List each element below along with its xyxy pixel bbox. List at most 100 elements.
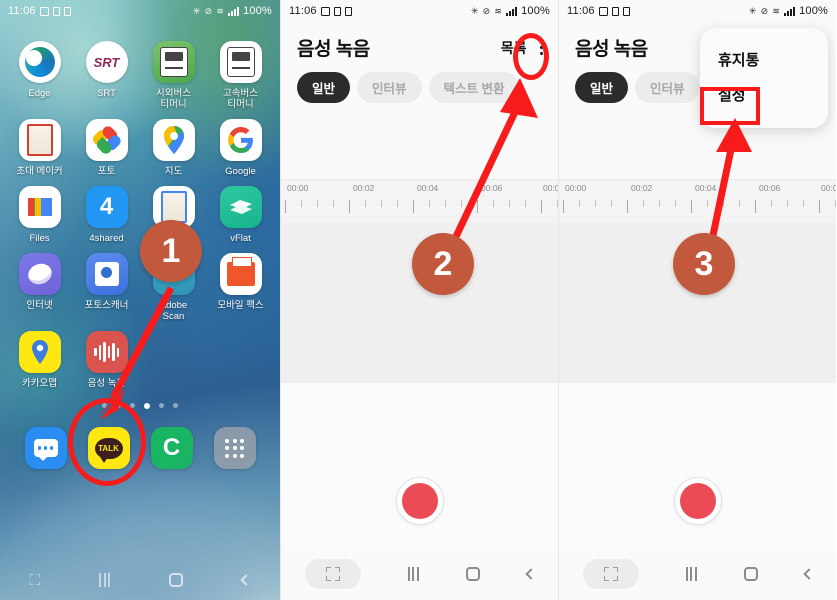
app-photo-scanner[interactable]: 포토스캐너 xyxy=(73,244,140,322)
app-label: 포토스캐너 xyxy=(84,300,129,311)
app-label: Adobe Scan xyxy=(159,300,188,322)
back-icon[interactable] xyxy=(240,574,253,586)
page-title: 음성 녹음 xyxy=(297,39,370,60)
waveform-area xyxy=(281,223,558,383)
google-maps-icon xyxy=(152,119,195,161)
app-4shared[interactable]: 4 4shared xyxy=(73,177,140,244)
app-edge[interactable]: Edge xyxy=(6,32,73,110)
app-row: Files 4 4shared 포토스캔 vFlat xyxy=(6,177,274,244)
app-label: Edge xyxy=(28,88,51,99)
sdcard-icon xyxy=(344,6,352,16)
record-button[interactable] xyxy=(673,477,722,525)
tab-interview[interactable]: 인터뷰 xyxy=(635,72,700,103)
status-time: 11:06 xyxy=(8,5,36,17)
app-label: 카카오맵 xyxy=(22,378,57,389)
app-empty xyxy=(140,322,207,389)
battery-percent: 100% xyxy=(799,5,828,17)
record-button-row xyxy=(559,477,836,525)
mode-tabs: 일반 인터뷰 텍스트 변환 xyxy=(281,61,558,103)
edge-icon xyxy=(18,41,61,83)
app-row: 카카오맵 음성 녹음 xyxy=(6,322,274,389)
shrink-screen-icon[interactable] xyxy=(582,559,639,589)
home-icon[interactable] xyxy=(169,573,184,587)
back-icon[interactable] xyxy=(524,568,537,580)
tab-speech-to-text[interactable]: 텍스트 변환 xyxy=(428,72,520,103)
recorder-content-top xyxy=(281,103,558,179)
dnd-icon: ⊘ xyxy=(204,5,213,16)
voice-recorder-icon xyxy=(85,331,128,373)
app-google-photos[interactable]: 포토 xyxy=(73,110,140,177)
invitation-maker-icon xyxy=(18,119,61,161)
app-intercity-bus[interactable]: 시외버스 티머니 xyxy=(140,32,207,110)
page-dot[interactable] xyxy=(130,403,135,408)
app-invitation-maker[interactable]: 초대 메이커 xyxy=(6,110,73,177)
bluetooth-icon: ✳ xyxy=(470,5,479,16)
kebab-menu-icon[interactable] xyxy=(537,36,547,60)
app-mobile-fax[interactable]: 모바일 팩스 xyxy=(207,244,274,322)
timeline-labels: 00:00 00:02 00:04 00:06 00:0 xyxy=(559,180,836,198)
app-vflat[interactable]: vFlat xyxy=(207,177,274,244)
app-label: 포토스캔 xyxy=(156,233,191,244)
kakaotalk-icon[interactable]: TALK xyxy=(87,427,130,469)
dock: TALK C xyxy=(0,409,280,469)
wifi-icon: ≋ xyxy=(216,5,225,16)
page-dot[interactable] xyxy=(173,403,178,408)
settings-menu-item[interactable]: 설정 xyxy=(700,77,828,112)
phone-icon[interactable]: C xyxy=(150,427,193,469)
app-label: 고속버스 티머니 xyxy=(223,88,258,110)
photo-scanner-icon xyxy=(85,253,128,295)
home-icon[interactable] xyxy=(465,567,480,581)
express-bus-icon xyxy=(219,41,262,83)
bluetooth-icon: ✳ xyxy=(748,5,757,16)
app-srt[interactable]: SRT SRT xyxy=(73,32,140,110)
app-photoscan[interactable]: 포토스캔 xyxy=(140,177,207,244)
shrink-screen-icon[interactable] xyxy=(304,559,361,589)
timeline-labels: 00:00 00:02 00:04 00:06 00:0 xyxy=(281,180,558,198)
app-voice-recorder[interactable]: 음성 녹음 xyxy=(73,322,140,389)
sim-icon xyxy=(52,6,60,16)
photoscan-icon xyxy=(152,186,195,228)
record-button[interactable] xyxy=(395,477,444,525)
app-label: 초대 메이커 xyxy=(16,166,63,177)
recorder-panel-menu: 11:06 ✳ ⊘ ≋ 100% 음성 녹음 일반 인터뷰 텍스트 변환 휴지통… xyxy=(558,0,836,600)
list-button[interactable]: 목록 xyxy=(501,38,527,58)
page-dot[interactable] xyxy=(159,403,164,408)
app-label: 지도 xyxy=(164,166,183,177)
back-icon[interactable] xyxy=(802,568,815,580)
time-label: 00:04 xyxy=(417,183,439,193)
app-label: 모바일 팩스 xyxy=(217,300,264,311)
recents-icon[interactable] xyxy=(407,567,419,581)
app-express-bus[interactable]: 고속버스 티머니 xyxy=(207,32,274,110)
recents-icon[interactable] xyxy=(99,573,111,587)
app-adobe-scan[interactable]: Adobe Scan xyxy=(140,244,207,322)
app-google[interactable]: Google xyxy=(207,110,274,177)
page-dot[interactable] xyxy=(102,403,107,408)
tab-general[interactable]: 일반 xyxy=(575,72,629,103)
shrink-screen-icon[interactable]: ⛶ xyxy=(30,572,41,589)
tab-general[interactable]: 일반 xyxy=(297,72,351,103)
tab-interview[interactable]: 인터뷰 xyxy=(357,72,422,103)
page-dot[interactable] xyxy=(116,403,121,408)
app-label: 음성 녹음 xyxy=(87,378,126,389)
time-label: 00:0 xyxy=(821,183,836,193)
timeline-ruler: 00:00 00:02 00:04 00:06 00:0 xyxy=(559,179,836,223)
app-row: 인터넷 포토스캐너 Adobe Scan 모바일 팩스 xyxy=(6,244,274,322)
status-bar-recorder-2: 11:06 ✳ ⊘ ≋ 100% xyxy=(281,0,558,22)
nav-bar-recorder-2 xyxy=(281,548,558,600)
home-icon[interactable] xyxy=(743,567,758,581)
apps-grid-icon[interactable] xyxy=(213,427,256,469)
messages-icon[interactable] xyxy=(24,427,67,469)
app-kakaomap[interactable]: 카카오맵 xyxy=(6,322,73,389)
app-row: Edge SRT SRT 시외버스 티머니 고속버스 티머니 xyxy=(6,32,274,110)
trash-menu-item[interactable]: 휴지통 xyxy=(700,42,828,77)
page-title: 음성 녹음 xyxy=(575,39,648,60)
app-label: vFlat xyxy=(230,233,251,244)
app-label: Files xyxy=(29,233,50,244)
app-google-maps[interactable]: 지도 xyxy=(140,110,207,177)
status-time: 11:06 xyxy=(289,5,317,17)
app-files[interactable]: Files xyxy=(6,177,73,244)
app-samsung-internet[interactable]: 인터넷 xyxy=(6,244,73,322)
app-label: Google xyxy=(225,166,256,177)
google-photos-icon xyxy=(85,119,128,161)
recents-icon[interactable] xyxy=(685,567,697,581)
